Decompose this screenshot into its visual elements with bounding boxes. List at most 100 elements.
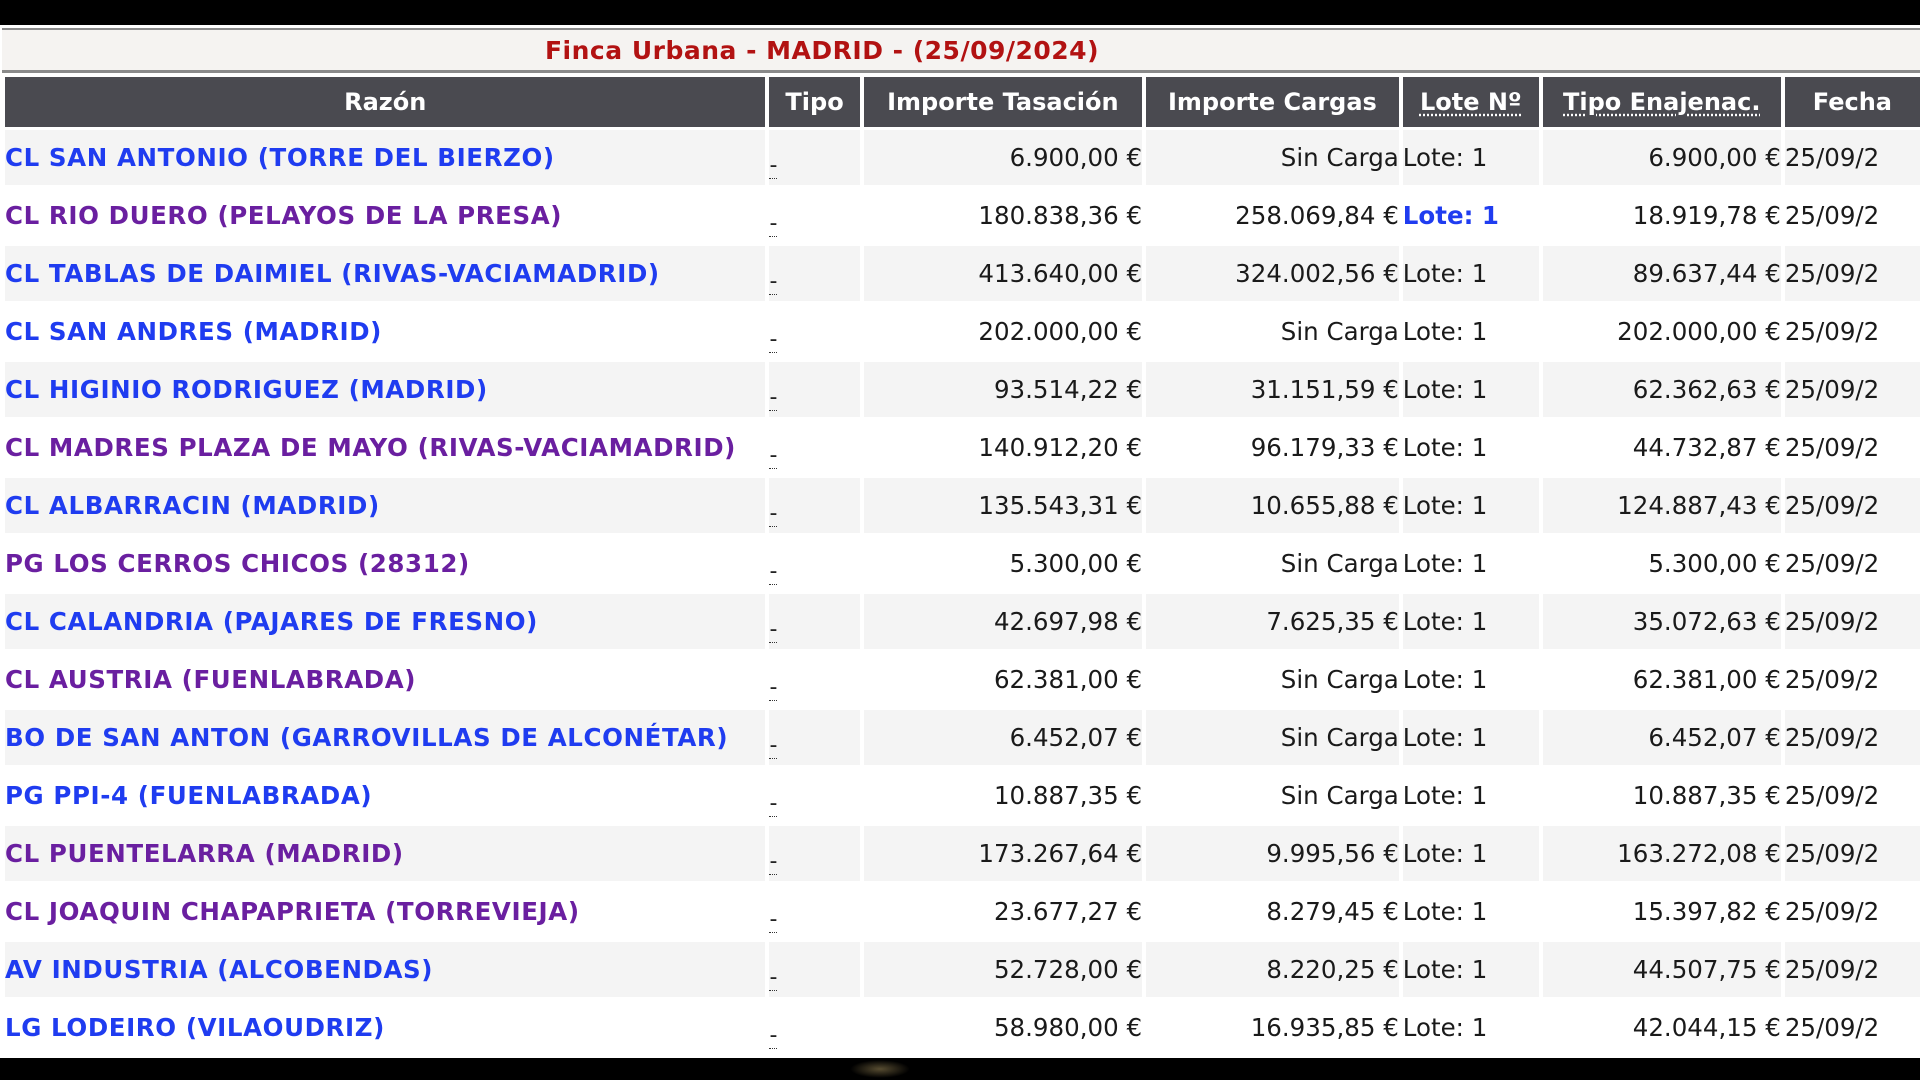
property-link[interactable]: AV INDUSTRIA (ALCOBENDAS) <box>5 955 433 984</box>
column-header-lote-label: Lote Nº <box>1419 88 1522 116</box>
cell-importe-cargas: Sin Carga <box>1146 652 1399 707</box>
column-header-razon[interactable]: Razón <box>5 77 766 127</box>
lote-text: Lote: 1 <box>1402 317 1488 346</box>
cell-importe-cargas: Sin Carga <box>1146 710 1399 765</box>
cell-razon: CL CALANDRIA (PAJARES DE FRESNO) <box>5 594 766 649</box>
cell-tipo: - <box>769 304 860 359</box>
cell-importe-cargas: 7.625,35 € <box>1146 594 1399 649</box>
tipo-link[interactable]: - <box>769 675 778 701</box>
cell-tipo: - <box>769 188 860 243</box>
lote-link[interactable]: Lote: 1 <box>1403 201 1499 230</box>
property-link[interactable]: CL SAN ANDRES (MADRID) <box>5 317 382 346</box>
cell-tipo: - <box>769 420 860 475</box>
tipo-link[interactable]: - <box>769 1023 778 1049</box>
cell-importe-tasacion: 10.887,35 € <box>863 768 1143 823</box>
column-header-tipo[interactable]: Tipo <box>769 77 860 127</box>
cell-importe-tasacion: 23.677,27 € <box>863 884 1143 939</box>
cell-importe-cargas: 8.220,25 € <box>1146 942 1399 997</box>
column-header-fecha[interactable]: Fecha <box>1784 77 1920 127</box>
tipo-link[interactable]: - <box>769 153 778 179</box>
tipo-link[interactable]: - <box>769 559 778 585</box>
cell-fecha: 25/09/2 <box>1784 420 1920 475</box>
tipo-link[interactable]: - <box>769 965 778 991</box>
property-link[interactable]: PG LOS CERROS CHICOS (28312) <box>5 549 470 578</box>
tipo-link[interactable]: - <box>769 907 778 933</box>
tipo-link[interactable]: - <box>769 385 778 411</box>
tipo-link[interactable]: - <box>769 501 778 527</box>
cell-fecha: 25/09/2 <box>1784 768 1920 823</box>
cell-fecha: 25/09/2 <box>1784 304 1920 359</box>
cell-tipo-enajenac: 18.919,78 € <box>1542 188 1781 243</box>
column-header-importe-cargas[interactable]: Importe Cargas <box>1146 77 1399 127</box>
bottom-light-artifact <box>850 1060 910 1078</box>
property-link[interactable]: LG LODEIRO (VILAOUDRIZ) <box>5 1013 385 1042</box>
table-row: LG LODEIRO (VILAOUDRIZ) - 58.980,00 €16.93… <box>5 1000 1920 1055</box>
table-row: BO DE SAN ANTON (GARROVILLAS DE ALCONÉTA… <box>5 710 1920 765</box>
cell-tipo: - <box>769 826 860 881</box>
cell-importe-cargas: 258.069,84 € <box>1146 188 1399 243</box>
cell-importe-tasacion: 6.452,07 € <box>863 710 1143 765</box>
cell-importe-cargas: Sin Carga <box>1146 304 1399 359</box>
cell-importe-tasacion: 52.728,00 € <box>863 942 1143 997</box>
cell-tipo-enajenac: 202.000,00 € <box>1542 304 1781 359</box>
lote-text: Lote: 1 <box>1402 491 1488 520</box>
lote-text: Lote: 1 <box>1402 433 1488 462</box>
cell-tipo-enajenac: 163.272,08 € <box>1542 826 1781 881</box>
cell-fecha: 25/09/2 <box>1784 652 1920 707</box>
cell-fecha: 25/09/2 <box>1784 826 1920 881</box>
cell-lote: Lote: 1 <box>1402 420 1539 475</box>
property-link[interactable]: CL RIO DUERO (PELAYOS DE LA PRESA) <box>5 201 562 230</box>
property-link[interactable]: CL TABLAS DE DAIMIEL (RIVAS-VACIAMADRID) <box>5 259 660 288</box>
lote-text: Lote: 1 <box>1402 1013 1488 1042</box>
cell-importe-tasacion: 62.381,00 € <box>863 652 1143 707</box>
top-letterbox <box>0 0 1920 25</box>
cell-importe-cargas: 96.179,33 € <box>1146 420 1399 475</box>
property-link[interactable]: PG PPI-4 (FUENLABRADA) <box>5 781 372 810</box>
property-link[interactable]: CL HIGINIO RODRIGUEZ (MADRID) <box>5 375 488 404</box>
cell-lote: Lote: 1 <box>1402 942 1539 997</box>
cell-tipo: - <box>769 710 860 765</box>
cell-lote: Lote: 1 <box>1402 536 1539 591</box>
table-body: CL SAN ANTONIO (TORRE DEL BIERZO) - 6.900,… <box>5 130 1920 1055</box>
cell-importe-tasacion: 93.514,22 € <box>863 362 1143 417</box>
property-link[interactable]: BO DE SAN ANTON (GARROVILLAS DE ALCONÉTA… <box>5 723 728 752</box>
cell-razon: CL ALBARRACIN (MADRID) <box>5 478 766 533</box>
property-link[interactable]: CL SAN ANTONIO (TORRE DEL BIERZO) <box>5 143 555 172</box>
table-row: CL ALBARRACIN (MADRID) - 135.543,31 €10.65… <box>5 478 1920 533</box>
cell-lote: Lote: 1 <box>1402 188 1539 243</box>
table-row: CL SAN ANDRES (MADRID) -202.000,00 € Sin C… <box>5 304 1920 359</box>
table-row: PG LOS CERROS CHICOS (28312) -5.300,00 € S… <box>5 536 1920 591</box>
tipo-link[interactable]: - <box>769 791 778 817</box>
lote-text: Lote: 1 <box>1402 259 1488 288</box>
property-link[interactable]: CL ALBARRACIN (MADRID) <box>5 491 380 520</box>
cell-tipo: - <box>769 884 860 939</box>
tipo-link[interactable]: - <box>769 849 778 875</box>
lote-text: Lote: 1 <box>1402 549 1488 578</box>
cell-fecha: 25/09/2 <box>1784 884 1920 939</box>
column-header-lote[interactable]: Lote Nº <box>1402 77 1539 127</box>
table-row: CL TABLAS DE DAIMIEL (RIVAS-VACIAMADRID)… <box>5 246 1920 301</box>
cell-fecha: 25/09/2 <box>1784 188 1920 243</box>
property-link[interactable]: CL MADRES PLAZA DE MAYO (RIVAS-VACIAMADR… <box>5 433 736 462</box>
property-link[interactable]: CL AUSTRIA (FUENLABRADA) <box>5 665 416 694</box>
tipo-link[interactable]: - <box>769 327 778 353</box>
cell-lote: Lote: 1 <box>1402 246 1539 301</box>
property-link[interactable]: CL CALANDRIA (PAJARES DE FRESNO) <box>5 607 538 636</box>
cell-tipo-enajenac: 5.300,00 € <box>1542 536 1781 591</box>
tipo-link[interactable]: - <box>769 617 778 643</box>
table-row: CL HIGINIO RODRIGUEZ (MADRID) - 93.514,22 … <box>5 362 1920 417</box>
cell-tipo: - <box>769 536 860 591</box>
cell-fecha: 25/09/2 <box>1784 710 1920 765</box>
tipo-link[interactable]: - <box>769 211 778 237</box>
property-link[interactable]: CL JOAQUIN CHAPAPRIETA (TORREVIEJA) <box>5 897 580 926</box>
cell-fecha: 25/09/2 <box>1784 130 1920 185</box>
column-header-importe-tasacion[interactable]: Importe Tasación <box>863 77 1143 127</box>
column-header-tipo-enajenac[interactable]: Tipo Enajenac. <box>1542 77 1781 127</box>
tipo-link[interactable]: - <box>769 269 778 295</box>
cell-importe-cargas: Sin Carga <box>1146 768 1399 823</box>
table-caption: Finca Urbana - MADRID - (25/09/2024) <box>544 36 1100 65</box>
cell-importe-tasacion: 202.000,00 € <box>863 304 1143 359</box>
tipo-link[interactable]: - <box>769 733 778 759</box>
property-link[interactable]: CL PUENTELARRA (MADRID) <box>5 839 404 868</box>
tipo-link[interactable]: - <box>769 443 778 469</box>
